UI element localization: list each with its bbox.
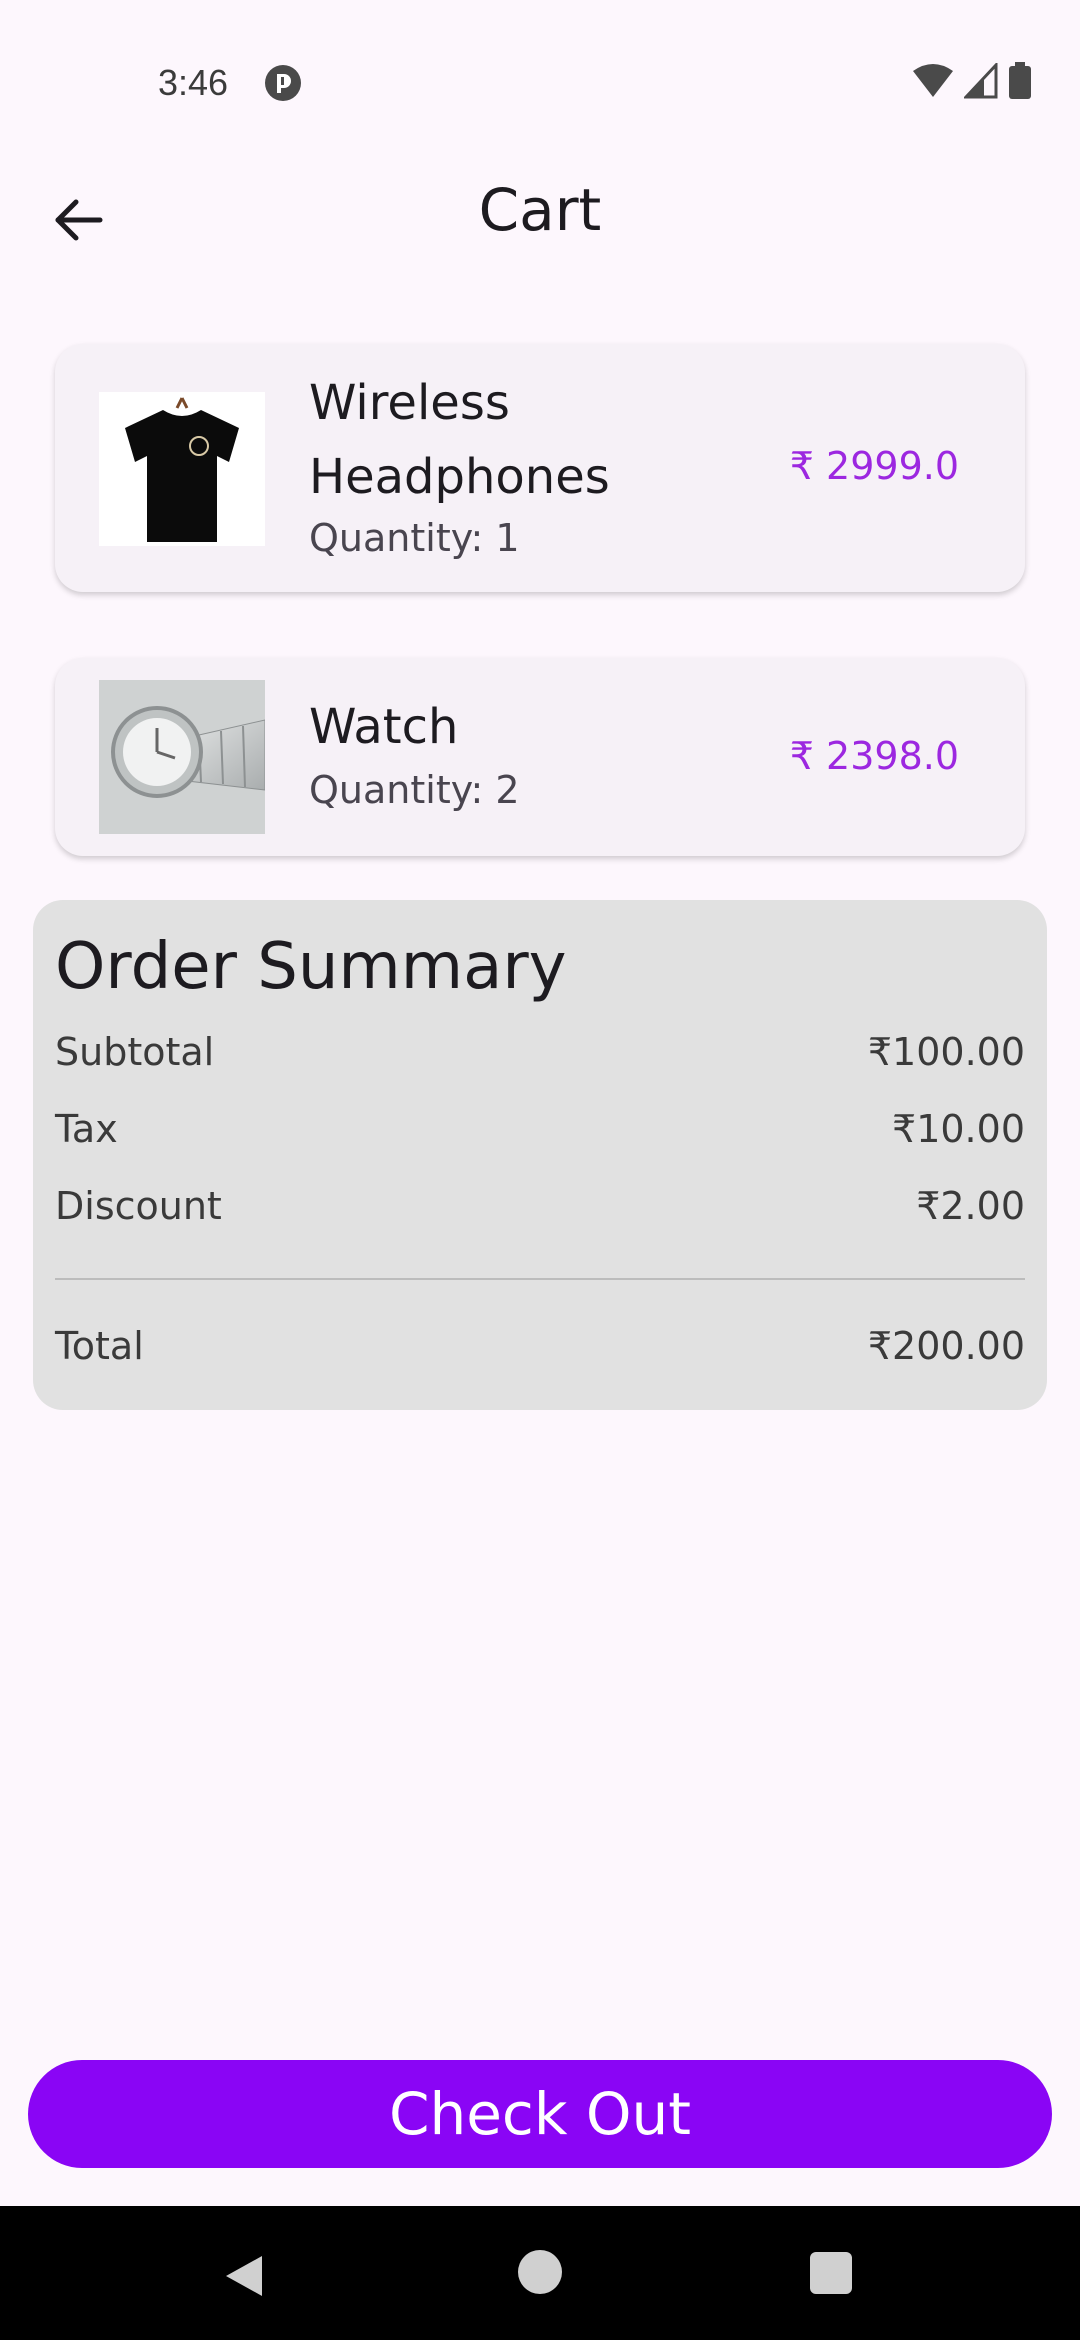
cart-item-card[interactable]: Watch Quantity: 2 ₹ 2398.0 (55, 658, 1025, 856)
total-label: Total (55, 1324, 144, 1368)
item-price: ₹ 2398.0 (789, 734, 959, 778)
order-summary-panel: Order Summary Subtotal ₹100.00 Tax ₹10.0… (33, 900, 1047, 1410)
nav-back-icon[interactable] (220, 2252, 268, 2300)
discount-label: Discount (55, 1184, 222, 1228)
system-navigation-bar (0, 2206, 1080, 2340)
nav-recents-icon[interactable] (810, 2252, 852, 2294)
tax-label: Tax (55, 1107, 118, 1151)
page-title: Cart (478, 176, 602, 244)
cart-item-card[interactable]: Wireless Headphones Quantity: 1 ₹ 2999.0 (55, 344, 1025, 592)
discount-value: ₹2.00 (916, 1184, 1025, 1228)
tax-row: Tax ₹10.00 (55, 1107, 1025, 1151)
status-icons (912, 61, 1032, 104)
item-quantity: Quantity: 2 (309, 768, 520, 812)
notification-app-icon (264, 64, 302, 102)
tshirt-image-icon (99, 392, 265, 546)
product-image (99, 680, 265, 834)
item-quantity: Quantity: 1 (309, 516, 520, 560)
status-bar: 3:46 (0, 0, 1080, 150)
subtotal-label: Subtotal (55, 1030, 215, 1074)
item-name: Watch (309, 699, 459, 755)
product-image (99, 392, 265, 546)
app-bar: Cart (0, 160, 1080, 270)
subtotal-row: Subtotal ₹100.00 (55, 1030, 1025, 1074)
battery-icon (1008, 62, 1032, 104)
discount-row: Discount ₹2.00 (55, 1184, 1025, 1228)
item-name: Wireless Headphones (309, 375, 610, 505)
wifi-icon (912, 63, 954, 103)
tax-value: ₹10.00 (892, 1107, 1025, 1151)
subtotal-value: ₹100.00 (867, 1030, 1025, 1074)
item-price: ₹ 2999.0 (789, 444, 959, 488)
summary-divider (55, 1278, 1025, 1280)
total-value: ₹200.00 (867, 1324, 1025, 1368)
order-summary-title: Order Summary (55, 930, 567, 1004)
cart-screen: 3:46 Cart Wireless Headphones Quantity: … (0, 0, 1080, 2340)
total-row: Total ₹200.00 (55, 1324, 1025, 1368)
checkout-button[interactable]: Check Out (28, 2060, 1052, 2168)
watch-image-icon (99, 680, 265, 834)
nav-home-icon[interactable] (518, 2250, 562, 2294)
cellular-signal-icon (962, 61, 998, 103)
status-time: 3:46 (158, 62, 229, 103)
